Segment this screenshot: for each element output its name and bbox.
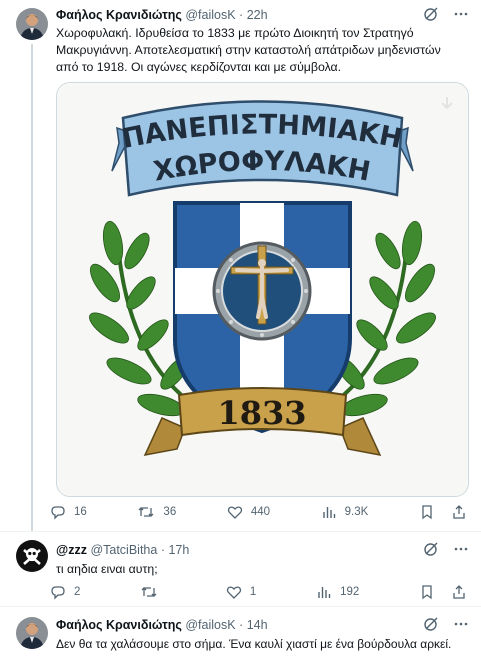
tweet-top-icons bbox=[423, 6, 469, 22]
tweet-text: Δεν θα τα χαλάσουμε στο σήμα. Ένα καυλί … bbox=[56, 637, 452, 651]
views-icon bbox=[322, 507, 335, 518]
retweet-icon bbox=[141, 587, 157, 597]
tweet-header: Φαήλος Κρανιδιώτης @failosK · 22h bbox=[56, 8, 268, 22]
reply-icon bbox=[51, 506, 65, 520]
reply-button[interactable]: 2 bbox=[50, 584, 80, 600]
retweet-count: 36 bbox=[163, 506, 177, 518]
tweet-reply[interactable]: @zzz @TatciBitha · 17h τι αηδια ειναι αυ… bbox=[0, 532, 481, 606]
share-icon[interactable] bbox=[451, 504, 467, 520]
tweet-main[interactable]: Φαήλος Κρανιδιώτης @failosK · 22h Χωροφυ… bbox=[0, 0, 481, 531]
author-handle[interactable]: @failosK bbox=[185, 8, 235, 22]
tweet-image[interactable]: ΠΑΝΕΠΙΣΤΗΜΙΑΚΗ ΧΩΡΟΦΥΛΑΚΗ 1833 bbox=[56, 82, 469, 497]
emblem-year: 1833 bbox=[217, 394, 306, 432]
views-count: 9.3K bbox=[344, 506, 369, 518]
like-icon bbox=[227, 506, 242, 519]
retweet-icon bbox=[138, 507, 154, 517]
retweet-button[interactable] bbox=[140, 584, 166, 600]
author-name[interactable]: Φαήλος Κρανιδιώτης bbox=[56, 8, 182, 22]
like-button[interactable]: 1 bbox=[226, 584, 256, 600]
like-count: 1 bbox=[249, 586, 257, 598]
author-avatar[interactable] bbox=[16, 8, 48, 40]
reply-icon bbox=[51, 586, 65, 600]
grok-icon[interactable] bbox=[423, 616, 439, 632]
like-count: 440 bbox=[250, 506, 271, 518]
author-name[interactable]: Φαήλος Κρανιδιώτης bbox=[56, 618, 182, 632]
bookmark-icon[interactable] bbox=[419, 504, 435, 520]
views-button[interactable]: 9.3K bbox=[321, 504, 369, 520]
tweet-header: Φαήλος Κρανιδιώτης @failosK · 14h bbox=[56, 618, 268, 632]
views-count: 192 bbox=[340, 586, 360, 598]
retweet-button[interactable]: 36 bbox=[137, 504, 176, 520]
like-button[interactable]: 440 bbox=[227, 504, 270, 520]
emblem-image: ΠΑΝΕΠΙΣΤΗΜΙΑΚΗ ΧΩΡΟΦΥΛΑΚΗ 1833 bbox=[57, 83, 468, 496]
like-icon bbox=[226, 586, 242, 599]
reply-count: 16 bbox=[74, 506, 87, 518]
more-icon[interactable] bbox=[453, 6, 469, 22]
tweet-text: Χωροφυλακή. Ιδρυθείσα το 1833 με πρώτο Δ… bbox=[56, 26, 441, 74]
author-avatar[interactable] bbox=[16, 617, 48, 649]
more-icon[interactable] bbox=[453, 541, 469, 557]
tweet-followup[interactable]: Φαήλος Κρανιδιώτης @failosK · 14h Δεν θα… bbox=[0, 607, 481, 661]
tweet-actions: 16 36 440 9.3K bbox=[50, 504, 467, 520]
views-icon bbox=[318, 587, 331, 598]
author-handle[interactable]: @failosK bbox=[185, 618, 235, 632]
bookmark-icon[interactable] bbox=[419, 584, 435, 600]
reply-time[interactable]: 17h bbox=[168, 543, 189, 557]
reply-text: τι αηδια ειναι αυτη; bbox=[56, 562, 158, 576]
grok-icon[interactable] bbox=[423, 6, 439, 22]
tweet-top-icons bbox=[423, 616, 469, 632]
reply-actions: 2 1 192 bbox=[50, 584, 467, 600]
more-icon[interactable] bbox=[453, 616, 469, 632]
grok-icon[interactable] bbox=[423, 541, 439, 557]
share-icon[interactable] bbox=[451, 584, 467, 600]
reply-avatar[interactable] bbox=[16, 540, 48, 572]
tweet-time[interactable]: 22h bbox=[247, 8, 268, 22]
views-button[interactable]: 192 bbox=[316, 584, 359, 600]
reply-handle[interactable]: @TatciBitha bbox=[90, 543, 157, 557]
reply-count: 2 bbox=[74, 586, 81, 598]
reply-button[interactable]: 16 bbox=[50, 504, 87, 520]
tweet-time[interactable]: 14h bbox=[247, 618, 268, 632]
reply-author[interactable]: @zzz bbox=[56, 543, 87, 557]
thread-line bbox=[31, 44, 33, 531]
reply-header: @zzz @TatciBitha · 17h bbox=[56, 543, 190, 557]
reply-top-icons bbox=[423, 541, 469, 557]
